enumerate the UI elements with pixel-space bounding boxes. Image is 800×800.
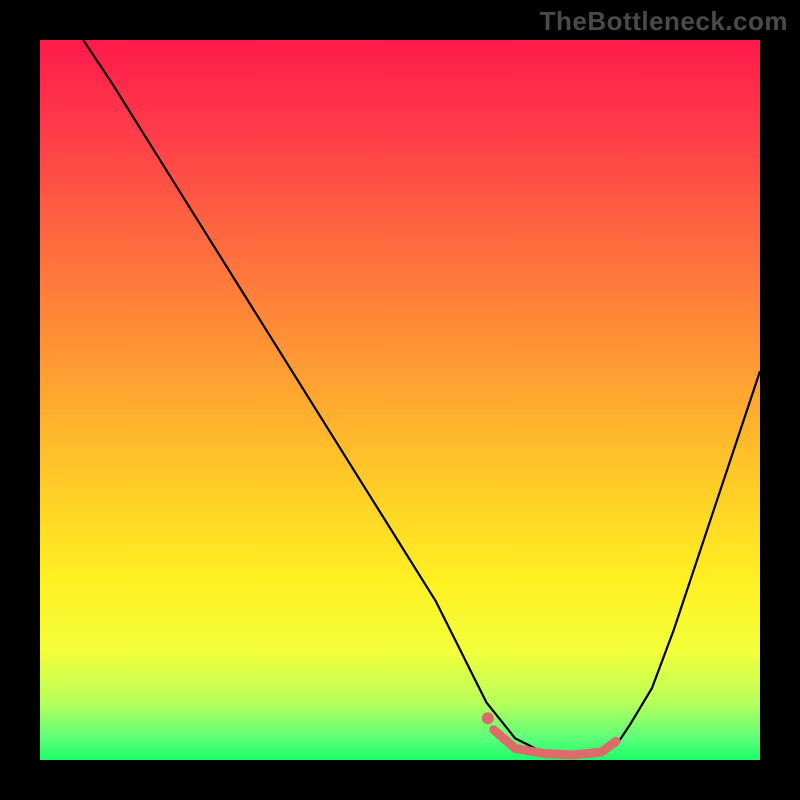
- watermark-text: TheBottleneck.com: [540, 6, 788, 37]
- optimal-dot: [482, 712, 494, 724]
- chart-stage: TheBottleneck.com: [0, 0, 800, 800]
- plot-background: [40, 40, 760, 760]
- bottleneck-chart: [0, 0, 800, 800]
